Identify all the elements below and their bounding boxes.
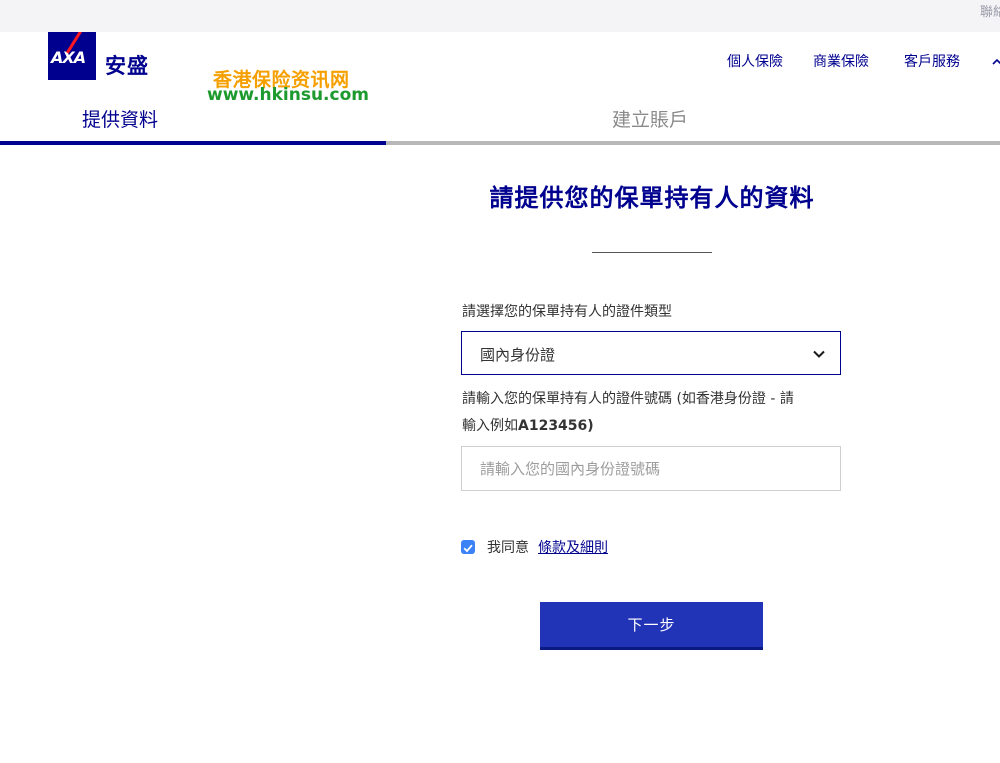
agree-label: 我同意: [487, 540, 529, 556]
step-progress-fill: [0, 141, 386, 145]
next-button[interactable]: 下一步: [540, 602, 763, 650]
id-number-input[interactable]: [461, 446, 841, 491]
id-type-label: 請選擇您的保單持有人的證件類型: [462, 304, 672, 320]
id-number-label: 請輸入您的保單持有人的證件號碼 (如香港身份證 - 請 輸入例如A123456): [462, 386, 842, 440]
agree-checkbox[interactable]: [461, 540, 475, 554]
contact-link[interactable]: 聯絡: [980, 1, 1000, 20]
step-create-account: 建立賬戶: [612, 109, 689, 131]
header: AXA 安盛 香港保险资讯网 www.hkinsu.com 個人保險 商業保險 …: [0, 32, 1000, 142]
check-icon: [463, 544, 473, 553]
nav-business-insurance[interactable]: 商業保險: [813, 51, 869, 71]
main-nav: 個人保險 商業保險 客戶服務: [0, 51, 1000, 75]
id-number-example: A123456): [518, 418, 594, 434]
step-provide-info: 提供資料: [82, 109, 159, 131]
watermark-url: www.hkinsu.com: [207, 85, 369, 105]
title-divider: [592, 252, 712, 253]
id-type-select[interactable]: 國內身份證: [461, 331, 841, 375]
page-title: 請提供您的保單持有人的資料: [489, 184, 815, 212]
chevron-up-icon[interactable]: [992, 57, 1000, 67]
nav-personal-insurance[interactable]: 個人保險: [727, 51, 783, 71]
step-progress-bar: [0, 141, 1000, 145]
id-number-label-line2: 輸入例如: [462, 418, 518, 434]
chevron-down-icon: [813, 350, 825, 358]
terms-link[interactable]: 條款及細則: [538, 537, 608, 557]
id-type-selected-value: 國內身份證: [480, 346, 556, 364]
top-utility-bar: 聯絡: [0, 0, 1000, 32]
id-number-label-line1: 請輸入您的保單持有人的證件號碼 (如香港身份證 - 請: [462, 391, 794, 407]
nav-customer-service[interactable]: 客戶服務: [904, 51, 960, 71]
